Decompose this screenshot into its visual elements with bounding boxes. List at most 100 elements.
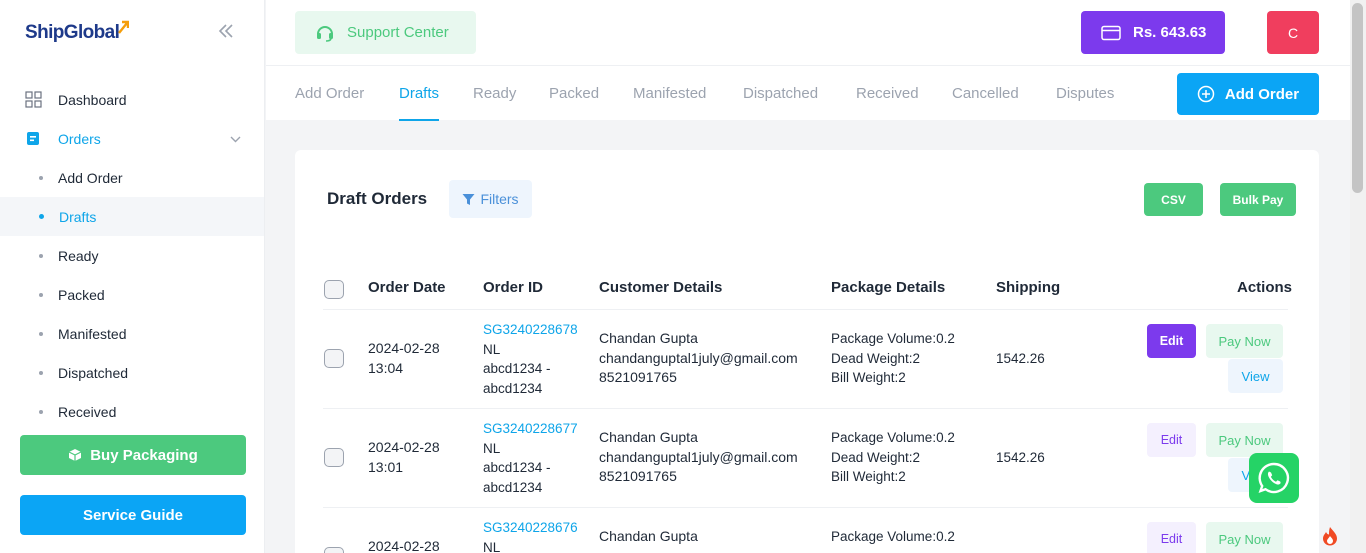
sidebar-subitem-label: Drafts [59, 208, 97, 225]
table-row: 2024-02-28 SG3240228676 NL Chandan Gupta… [323, 507, 1288, 553]
edit-button[interactable]: Edit [1147, 522, 1196, 553]
wallet-balance-button[interactable]: Rs. 643.63 [1081, 11, 1225, 54]
view-button[interactable]: View [1228, 359, 1283, 393]
bullet-icon [39, 175, 43, 180]
tab-dispatched[interactable]: Dispatched [743, 66, 818, 121]
filters-label: Filters [480, 191, 519, 207]
sidebar-subitem-add-order[interactable]: Add Order [0, 158, 264, 197]
row-checkbox[interactable] [324, 448, 344, 467]
dead-weight: Dead Weight:2 [831, 449, 921, 465]
plus-circle-icon [1197, 85, 1215, 103]
pay-now-button[interactable]: Pay Now [1206, 423, 1283, 457]
order-id-link[interactable]: SG3240228678 [483, 320, 578, 340]
order-id-link[interactable]: SG3240228676 [483, 518, 578, 538]
tab-manifested[interactable]: Manifested [633, 66, 706, 121]
chevron-down-icon [230, 131, 241, 146]
order-ref: abcd1234 [483, 380, 543, 396]
sidebar-subitem-manifested[interactable]: Manifested [0, 314, 264, 353]
add-order-button[interactable]: Add Order [1177, 73, 1319, 115]
edit-button[interactable]: Edit [1147, 324, 1196, 358]
sidebar-item-dashboard[interactable]: Dashboard [0, 80, 264, 119]
tab-packed[interactable]: Packed [549, 66, 599, 121]
column-header: Shipping [996, 279, 1061, 296]
order-tabs: Add Order Drafts Ready Packed Manifested… [266, 65, 1350, 121]
sidebar-subitem-packed[interactable]: Packed [0, 275, 264, 314]
box-icon [68, 449, 82, 461]
csv-button[interactable]: CSV [1144, 183, 1203, 216]
headset-icon [315, 23, 335, 43]
package-details: Package Volume:0.2 Dead Weight:2 Bill We… [831, 329, 955, 388]
order-id-link[interactable]: SG3240228677 [483, 419, 578, 439]
bulk-pay-button[interactable]: Bulk Pay [1220, 183, 1296, 216]
order-date-day: 2024-02-28 [368, 538, 440, 553]
order-date-time: 13:04 [368, 359, 404, 376]
row-checkbox[interactable] [324, 349, 344, 368]
pay-now-button[interactable]: Pay Now [1206, 522, 1283, 553]
order-nl: NL [483, 440, 501, 456]
row-checkbox[interactable] [324, 547, 344, 553]
whatsapp-chat-button[interactable] [1249, 453, 1299, 503]
order-ref: abcd1234 - [483, 460, 551, 475]
sidebar-item-orders[interactable]: Orders [0, 119, 264, 158]
customer-name: Chandan Gupta [599, 429, 698, 445]
package-volume: Package Volume:0.2 [831, 529, 955, 544]
edit-button[interactable]: Edit [1147, 423, 1196, 457]
top-bar: Support Center Rs. 643.63 C [266, 0, 1350, 65]
bullet-icon [39, 370, 43, 375]
sidebar-subitem-label: Ready [58, 247, 99, 264]
shipping-cost: 1542.26 [996, 351, 1045, 366]
sidebar-subitem-label: Add Order [58, 169, 123, 186]
add-order-label: Add Order [1224, 85, 1300, 103]
order-id-cell: SG3240228676 NL [483, 518, 578, 553]
sidebar-subitem-drafts[interactable]: Drafts [0, 197, 264, 236]
customer-phone: 8521091765 [599, 369, 677, 385]
collapse-sidebar-icon[interactable] [218, 22, 234, 42]
tab-ready[interactable]: Ready [473, 66, 516, 121]
service-guide-button[interactable]: Service Guide [20, 495, 246, 535]
draft-orders-card: Draft Orders Filters CSV Bulk Pay Order … [295, 150, 1319, 553]
buy-packaging-button[interactable]: Buy Packaging [20, 435, 246, 475]
column-header: Order Date [368, 279, 446, 296]
brand-name: ShipGlobal [25, 22, 120, 43]
customer-phone: 8521091765 [599, 468, 677, 484]
user-avatar[interactable]: C [1267, 11, 1319, 54]
bullet-icon [39, 292, 43, 297]
sidebar-subitem-dispatched[interactable]: Dispatched [0, 353, 264, 392]
logo[interactable]: ShipGlobal [25, 20, 130, 44]
order-nl: NL [483, 341, 501, 357]
select-all-checkbox[interactable] [324, 280, 344, 299]
tab-cancelled[interactable]: Cancelled [952, 66, 1019, 121]
clipboard-icon [24, 130, 42, 148]
filters-button[interactable]: Filters [449, 180, 532, 218]
support-center-button[interactable]: Support Center [295, 11, 476, 54]
order-ref: abcd1234 [483, 479, 543, 495]
order-date-day: 2024-02-28 [368, 340, 440, 356]
customer-name: Chandan Gupta [599, 330, 698, 346]
scrollbar-thumb[interactable] [1352, 3, 1363, 193]
sidebar-subitem-ready[interactable]: Ready [0, 236, 264, 275]
order-id-cell: SG3240228678 NL abcd1234 - abcd1234 [483, 320, 578, 398]
customer-details: Chandan Gupta chandanguptal1july@gmail.c… [599, 329, 798, 388]
page-scrollbar[interactable] [1350, 0, 1366, 553]
sidebar-item-label: Dashboard [58, 91, 127, 108]
bullet-icon [39, 331, 43, 336]
order-ref: abcd1234 - [483, 361, 551, 376]
order-nl: NL [483, 539, 501, 553]
pay-now-button[interactable]: Pay Now [1206, 324, 1283, 358]
bullet-icon [39, 409, 43, 414]
bullet-icon [39, 214, 44, 219]
order-id-cell: SG3240228677 NL abcd1234 - abcd1234 [483, 419, 578, 497]
support-center-label: Support Center [347, 24, 449, 41]
service-guide-label: Service Guide [82, 506, 184, 524]
sidebar-footer: Buy Packaging Service Guide [0, 418, 264, 553]
tab-add-order[interactable]: Add Order [295, 66, 364, 121]
order-date-day: 2024-02-28 [368, 439, 440, 455]
tab-disputes[interactable]: Disputes [1056, 66, 1114, 121]
tab-received[interactable]: Received [856, 66, 919, 121]
dead-weight: Dead Weight:2 [831, 350, 921, 366]
package-details: Package Volume:0.2 Dead Weight:2 Bill We… [831, 428, 955, 487]
flame-icon[interactable] [1318, 524, 1342, 548]
tab-drafts[interactable]: Drafts [399, 66, 440, 121]
bill-weight: Bill Weight:2 [831, 370, 906, 385]
customer-email: chandanguptal1july@gmail.com [599, 349, 798, 366]
